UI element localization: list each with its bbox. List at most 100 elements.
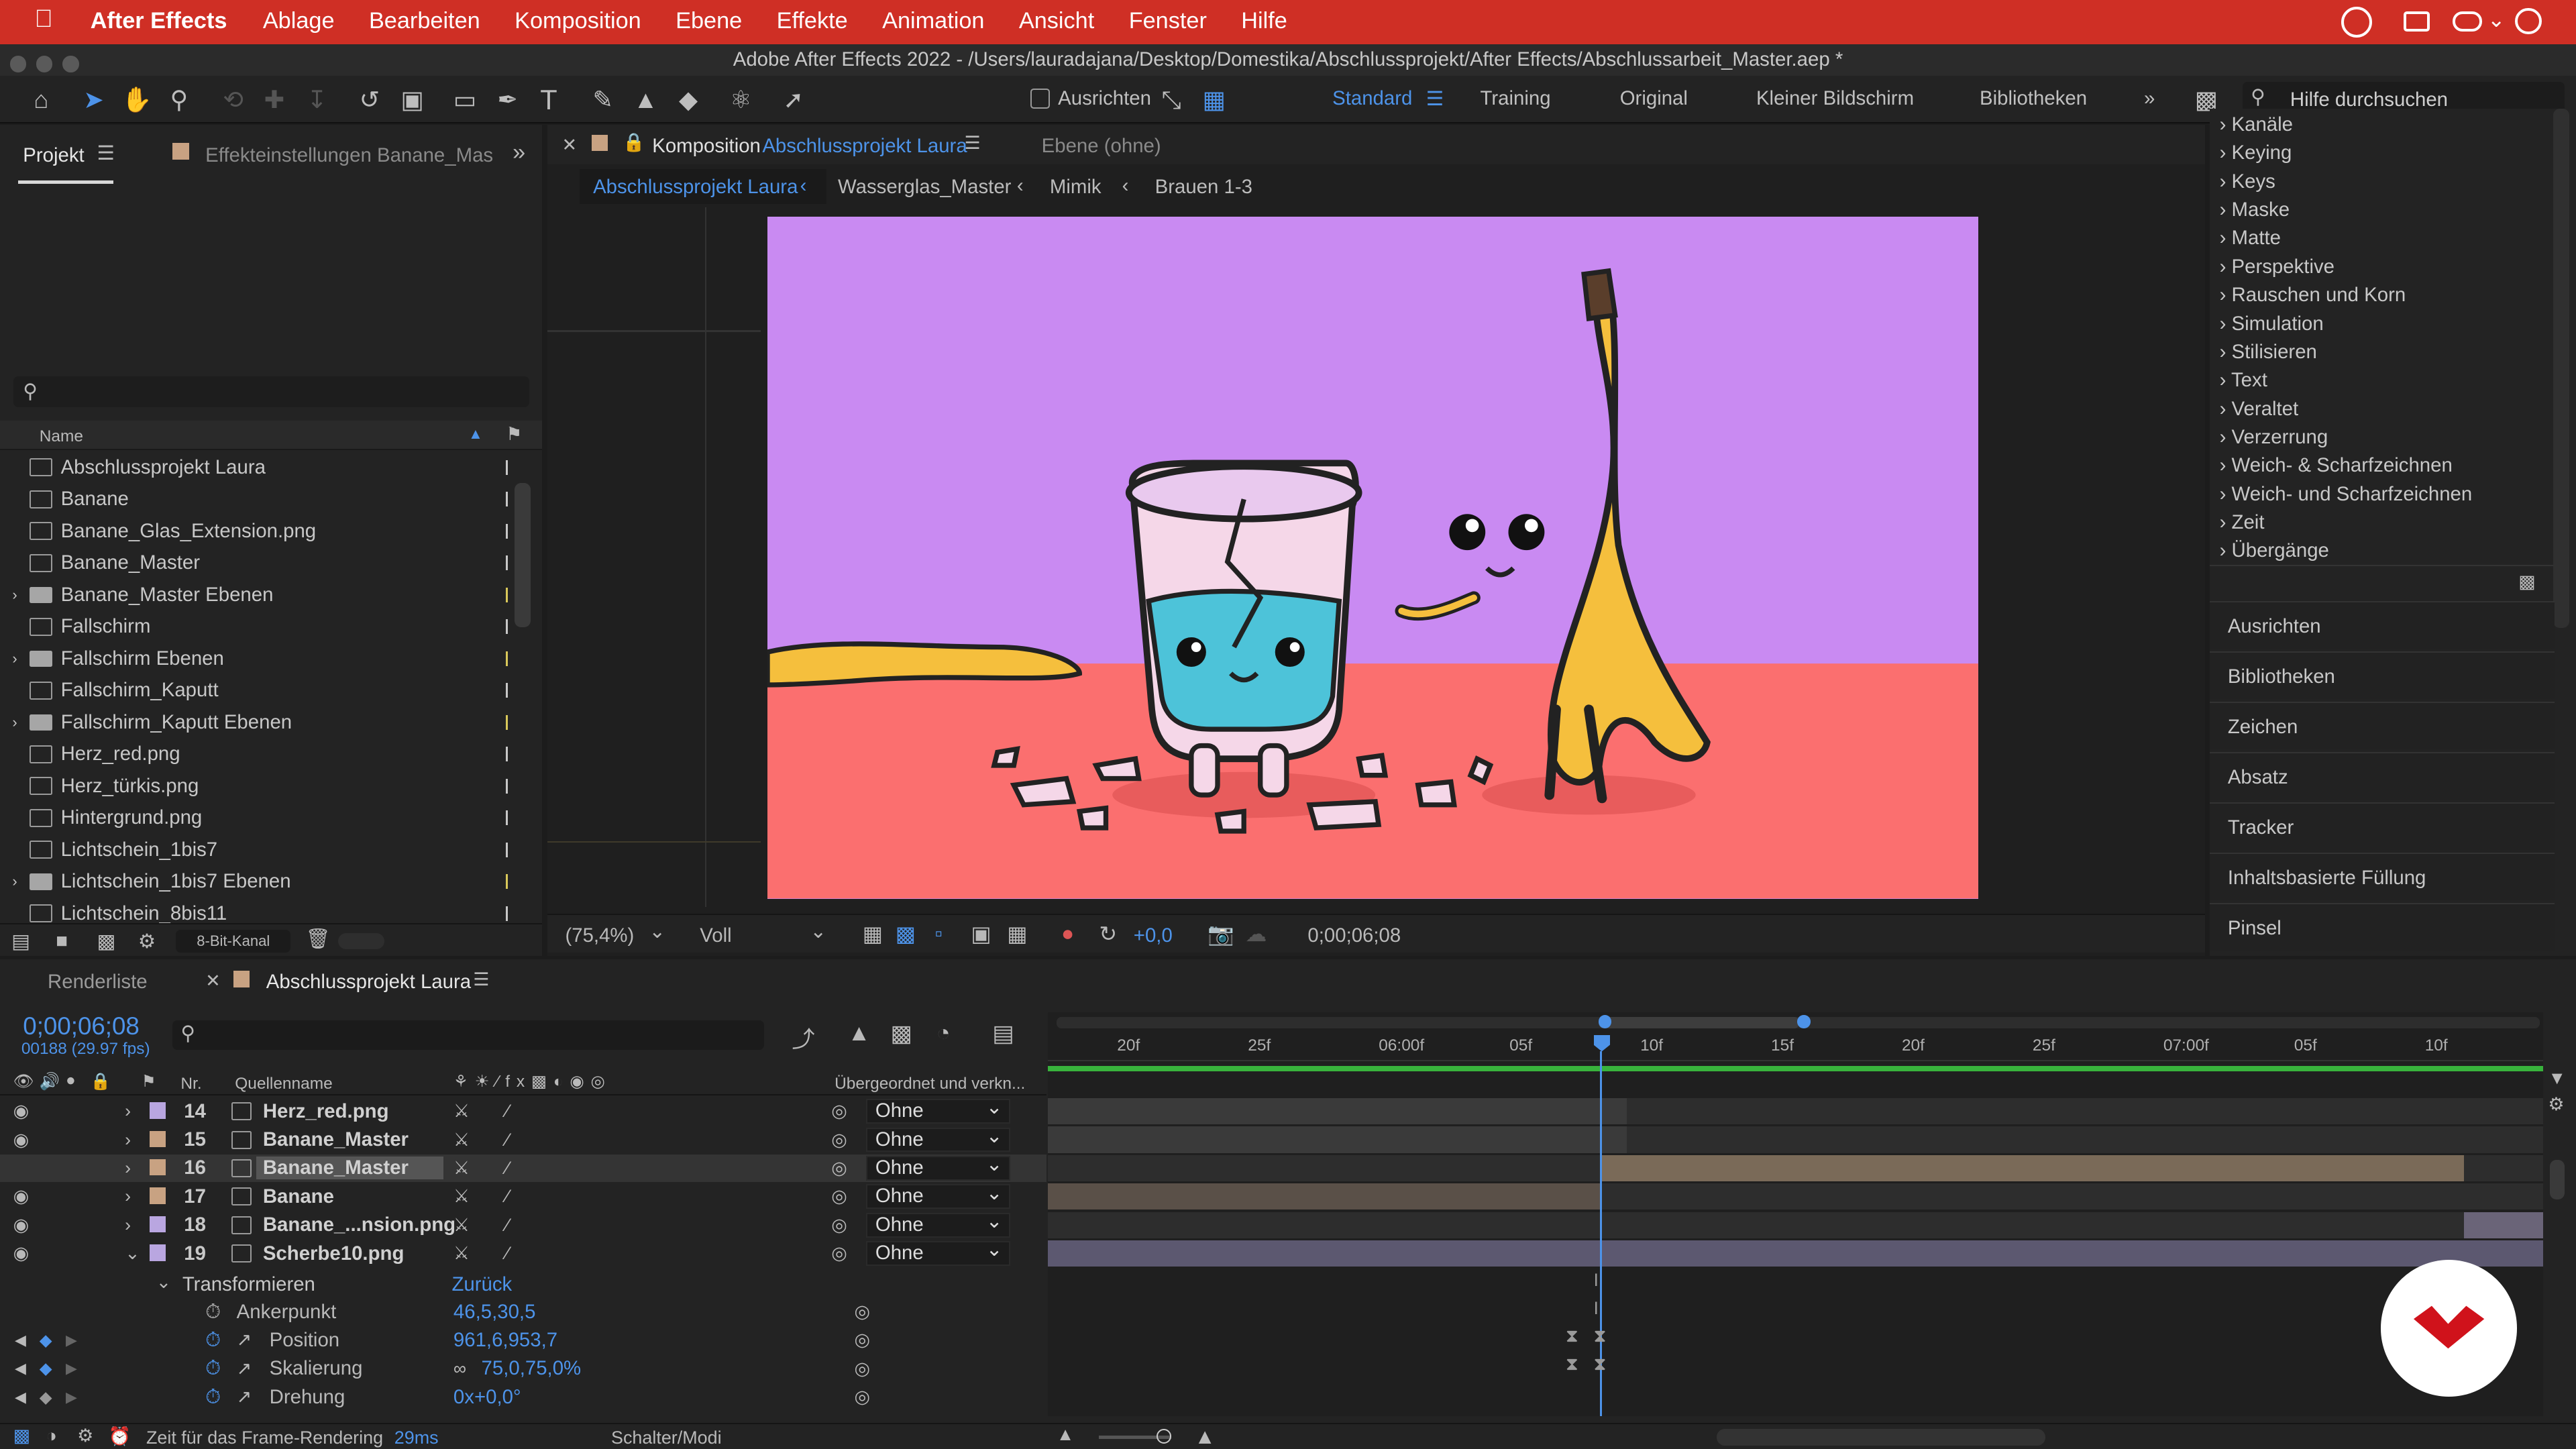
expand-chevron-icon[interactable]: › xyxy=(125,1186,131,1207)
workspace-menu-icon[interactable]: ☰ xyxy=(1426,87,1444,111)
project-item[interactable]: Fallschirm_Kaputt xyxy=(0,675,513,706)
current-time-display[interactable]: 0;00;06;08 xyxy=(23,1012,140,1040)
quality-switch-icon[interactable]: ∕ xyxy=(506,1130,509,1150)
work-area-bar[interactable] xyxy=(1048,1066,2544,1071)
expand-chevron-icon[interactable]: › xyxy=(125,1158,131,1179)
render-time-icon[interactable]: ⏰ xyxy=(109,1426,131,1447)
keyframe-marker[interactable]: ⧗ xyxy=(1566,1326,1578,1347)
project-item[interactable]: Banane_Master xyxy=(0,547,513,579)
settings-icon[interactable]: ⚙ xyxy=(138,930,156,953)
stopwatch-icon[interactable]: ⏱ xyxy=(205,1301,221,1324)
composition-flowchart-icon[interactable]: ⤴ xyxy=(792,1020,814,1054)
project-item[interactable]: Hintergrund.png xyxy=(0,802,513,834)
layer-name[interactable]: Banane_Master xyxy=(263,1128,409,1151)
expand-chevron-icon[interactable]: › xyxy=(0,873,30,890)
eye-icon[interactable]: ◉ xyxy=(13,1215,30,1236)
quality-switch-icon[interactable]: ∕ xyxy=(506,1158,509,1179)
transparency-grid-icon[interactable]: ▩ xyxy=(896,921,916,947)
zoom-tool-icon[interactable]: ⚲ xyxy=(164,85,194,115)
layer-row[interactable]: › 16 Banane_Master ⚔ ∕ ◎ Ohne ⌄ xyxy=(0,1154,1046,1183)
layer-name[interactable]: Banane xyxy=(263,1185,334,1208)
new-folder-icon[interactable]: ■ xyxy=(56,930,68,953)
expression-pickwhip-icon[interactable]: ◎ xyxy=(854,1358,870,1379)
effect-category[interactable]: › Stilisieren xyxy=(2220,341,2317,364)
clone-stamp-icon[interactable]: ▲ xyxy=(631,85,660,115)
prev-keyframe-icon[interactable]: ◀ xyxy=(15,1360,26,1377)
parent-dropdown[interactable]: Ohne ⌄ xyxy=(865,1239,1011,1266)
parent-dropdown[interactable]: Ohne ⌄ xyxy=(865,1211,1011,1238)
project-item[interactable]: Banane_Glas_Extension.png xyxy=(0,515,513,547)
menu-ebene[interactable]: Ebene xyxy=(676,8,742,34)
layer-search-field[interactable]: ⚲ xyxy=(172,1020,764,1050)
layer-duration-bar[interactable] xyxy=(1048,1240,2544,1267)
switches-modes-toggle[interactable]: Schalter/Modi xyxy=(611,1428,722,1448)
keyframe-marker[interactable]: I xyxy=(1594,1270,1599,1291)
layer-duration-bar[interactable] xyxy=(1048,1126,1627,1153)
selection-tool-icon[interactable]: ➤ xyxy=(79,85,109,115)
property-value[interactable]: 46,5,30,5 xyxy=(453,1301,536,1324)
snap-grid-icon[interactable]: ▦ xyxy=(1199,85,1229,115)
close-dot[interactable] xyxy=(9,56,27,72)
menu-ablage[interactable]: Ablage xyxy=(263,8,335,34)
expand-chevron-icon[interactable]: › xyxy=(125,1101,131,1122)
effect-category[interactable]: › Keys xyxy=(2220,170,2275,193)
keyframe-marker[interactable]: I xyxy=(1594,1298,1599,1319)
layer-name[interactable]: Scherbe10.png xyxy=(263,1242,405,1265)
comp-tab-prefix[interactable]: Komposition xyxy=(652,135,761,158)
project-item[interactable]: Lichtschein_1bis7 xyxy=(0,835,513,866)
label-color-swatch[interactable] xyxy=(149,1102,166,1119)
panel-menu-icon[interactable]: ☰ xyxy=(473,969,489,990)
effect-category[interactable]: › Perspektive xyxy=(2220,256,2334,278)
quality-switch-icon[interactable]: ∕ xyxy=(506,1215,509,1236)
shy-switch-icon[interactable]: ⚔ xyxy=(453,1158,470,1179)
project-item[interactable]: › Fallschirm_Kaputt Ebenen xyxy=(0,707,513,739)
label-color-swatch[interactable] xyxy=(149,1187,166,1204)
creative-cloud-icon[interactable] xyxy=(2341,6,2373,38)
chevron-down-icon[interactable]: ⌄ xyxy=(810,920,826,943)
menu-animation[interactable]: Animation xyxy=(882,8,984,34)
quality-switch-icon[interactable]: ∕ xyxy=(506,1101,509,1122)
pickwhip-icon[interactable]: ◎ xyxy=(831,1243,847,1264)
project-item[interactable]: Herz_türkis.png xyxy=(0,771,513,802)
workspace-training[interactable]: Training xyxy=(1481,87,1551,110)
effect-category[interactable]: › Matte xyxy=(2220,227,2281,250)
pickwhip-icon[interactable]: ◎ xyxy=(831,1101,847,1122)
solo-icon[interactable]: ● xyxy=(66,1071,76,1090)
eye-icon[interactable]: ◉ xyxy=(13,1130,30,1150)
next-keyframe-icon[interactable]: ▶ xyxy=(66,1389,77,1406)
breadcrumb-item-2[interactable]: Wasserglas_Master xyxy=(838,176,1011,199)
layer-row[interactable]: ◉ › 17 Banane ⚔ ∕ ◎ Ohne ⌄ xyxy=(0,1182,1046,1211)
eye-icon[interactable]: ◉ xyxy=(13,1101,30,1122)
frame-blending-icon[interactable]: ◔ xyxy=(936,1020,951,1046)
zoom-dropdown[interactable]: (75,4%) xyxy=(565,924,634,947)
project-item[interactable]: › Banane_Master Ebenen xyxy=(0,579,513,610)
power-icon[interactable] xyxy=(2515,8,2542,35)
shy-switch-icon[interactable]: ⚔ xyxy=(453,1215,470,1236)
label-color-swatch[interactable] xyxy=(149,1216,166,1233)
workspace-libraries[interactable]: Bibliotheken xyxy=(1980,87,2087,110)
side-panel-tab[interactable]: Bibliotheken xyxy=(2209,651,2555,700)
layer-row[interactable]: ◉ ⌄ 19 Scherbe10.png ⚔ ∕ ◎ Ohne ⌄ xyxy=(0,1239,1046,1268)
panel-overflow-icon[interactable]: » xyxy=(513,140,525,166)
project-item[interactable]: Abschlussprojekt Laura xyxy=(0,451,513,483)
menu-ansicht[interactable]: Ansicht xyxy=(1019,8,1094,34)
column-nr[interactable]: Nr. xyxy=(180,1075,201,1093)
graph-icon[interactable]: ↗ xyxy=(237,1358,252,1379)
graph-editor-icon[interactable]: ▤ xyxy=(992,1020,1014,1047)
menu-effekte[interactable]: Effekte xyxy=(777,8,848,34)
menu-hilfe[interactable]: Hilfe xyxy=(1241,8,1287,34)
label-color-swatch[interactable] xyxy=(149,1130,166,1148)
pickwhip-icon[interactable]: ◎ xyxy=(831,1130,847,1150)
roto-brush-icon[interactable]: ⚛ xyxy=(726,85,755,115)
label-tag-icon[interactable]: ⚑ xyxy=(142,1071,156,1091)
breadcrumb-item-4[interactable]: Brauen 1-3 xyxy=(1155,176,1252,199)
prev-keyframe-icon[interactable]: ◀ xyxy=(15,1332,26,1349)
sort-ascending-icon[interactable]: ▲ xyxy=(468,425,483,443)
keyframe-marker[interactable]: ⧗ xyxy=(1566,1354,1578,1375)
trash-icon[interactable]: 🗑 xyxy=(306,928,331,951)
panel-menu-icon[interactable]: ☰ xyxy=(965,133,981,154)
mask-visibility-icon[interactable]: ▫ xyxy=(934,921,942,946)
stopwatch-icon[interactable]: ⏱ xyxy=(205,1386,221,1409)
label-color-swatch[interactable] xyxy=(149,1244,166,1261)
property-value[interactable]: 75,0,75,0% xyxy=(482,1357,582,1380)
